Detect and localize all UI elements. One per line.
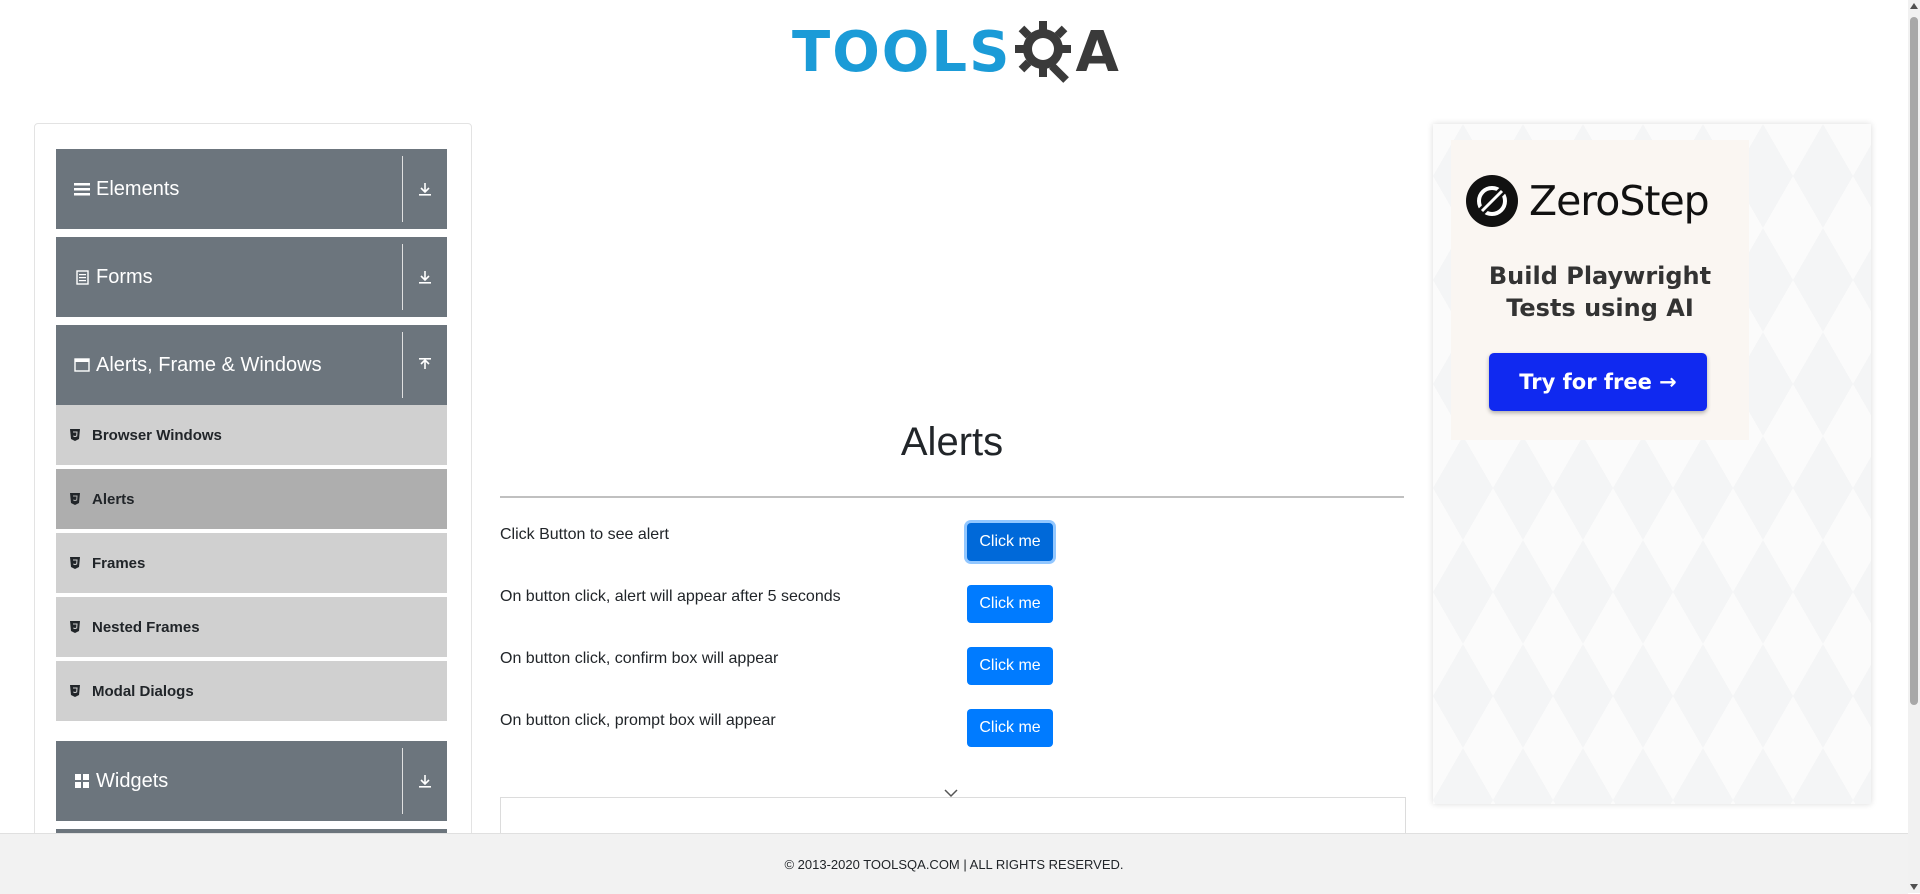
html5-icon — [70, 429, 84, 441]
scrollbar[interactable] — [1908, 0, 1920, 893]
sidebar-item-frames[interactable]: Frames — [56, 533, 447, 595]
upload-arrow-icon[interactable] — [403, 358, 447, 372]
logo-tools-text: TOOLS — [792, 19, 1012, 85]
download-arrow-icon[interactable] — [403, 774, 447, 788]
sidebar-item-label: Nested Frames — [92, 618, 200, 636]
sidebar-item-browser-windows[interactable]: Browser Windows — [56, 405, 447, 467]
sidebar-item-nested-frames[interactable]: Nested Frames — [56, 597, 447, 659]
widgets-grid-icon — [73, 772, 91, 790]
ad-tagline: Build Playwright Tests using AI — [1451, 260, 1749, 324]
scroll-up-icon[interactable] — [1910, 3, 1918, 9]
footer-copyright: © 2013-2020 TOOLSQA.COM | ALL RIGHTS RES… — [784, 856, 1124, 872]
html5-icon — [70, 557, 84, 569]
zerostep-logo-icon — [1466, 175, 1518, 227]
timer-alert-row-label: On button click, alert will appear after… — [500, 588, 841, 605]
timer-alert-button[interactable]: Click me — [967, 585, 1053, 623]
download-arrow-icon[interactable] — [403, 270, 447, 284]
html5-icon — [70, 685, 84, 697]
alert-row-label: Click Button to see alert — [500, 526, 669, 543]
prompt-row-label: On button click, prompt box will appear — [500, 712, 776, 729]
sidebar-item-label: Browser Windows — [92, 426, 222, 444]
scroll-down-icon[interactable] — [1910, 884, 1918, 890]
prompt-button[interactable]: Click me — [967, 709, 1053, 747]
scroll-thumb[interactable] — [1910, 17, 1918, 705]
document-icon — [73, 268, 91, 286]
confirm-row-label: On button click, confirm box will appear — [500, 650, 779, 667]
ad-brand-name: ZeroStep — [1529, 177, 1710, 225]
html5-icon — [70, 493, 84, 505]
ad-tagline-line: Tests using AI — [1506, 294, 1694, 322]
sidebar-group-label: Alerts, Frame & Windows — [96, 353, 322, 376]
sidebar-group-widgets[interactable]: Widgets — [56, 741, 447, 821]
confirm-button[interactable]: Click me — [967, 647, 1053, 685]
sidebar-item-modal-dialogs[interactable]: Modal Dialogs — [56, 661, 447, 723]
window-icon — [73, 356, 91, 374]
sidebar-item-label: Frames — [92, 554, 146, 572]
sidebar-group-label: Elements — [96, 177, 180, 200]
page-title: Alerts — [900, 420, 1004, 464]
alert-button[interactable]: Click me — [967, 523, 1053, 561]
sidebar: Elements Forms Alerts, Frame & Windows B… — [34, 123, 472, 845]
ad-brand: ZeroStep — [1465, 174, 1710, 228]
hamburger-icon — [73, 180, 91, 198]
sidebar-item-label: Modal Dialogs — [92, 682, 194, 700]
toolsqa-logo[interactable]: TOOLS A — [792, 14, 1119, 90]
sidebar-item-label: Alerts — [92, 490, 135, 508]
sidebar-group-forms[interactable]: Forms — [56, 237, 447, 317]
html5-icon — [70, 621, 84, 633]
sidebar-group-label: Widgets — [96, 769, 169, 792]
footer: © 2013-2020 TOOLSQA.COM | ALL RIGHTS RES… — [0, 833, 1908, 894]
sidebar-group-alerts-frame-windows[interactable]: Alerts, Frame & Windows — [56, 325, 447, 405]
ad-frame — [500, 797, 1406, 838]
download-arrow-icon[interactable] — [403, 182, 447, 196]
ad-tagline-line: Build Playwright — [1488, 262, 1712, 290]
sidebar-group-label: Forms — [96, 265, 153, 288]
try-for-free-button[interactable]: Try for free → — [1489, 353, 1707, 411]
sidebar-group-elements[interactable]: Elements — [56, 149, 447, 229]
gear-magnifier-icon — [1015, 21, 1072, 83]
logo-a-text: A — [1075, 19, 1119, 85]
sidebar-item-alerts[interactable]: Alerts — [56, 469, 447, 531]
title-divider — [500, 496, 1404, 498]
